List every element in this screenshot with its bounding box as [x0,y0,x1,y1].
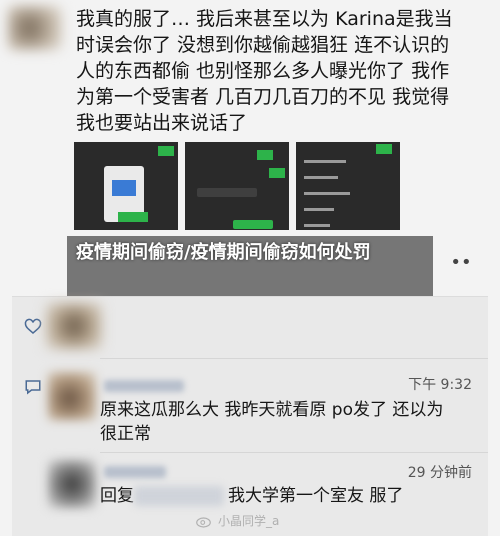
redacted-reply-target [134,486,224,506]
post-line: 我真的服了… 我后来甚至以为 Karina是我当 [76,8,453,30]
divider [100,358,488,359]
comment-icon [25,380,41,395]
post-line: 为第一个受害者 几百刀几百刀的不见 我觉得 [76,86,450,108]
comment-timestamp: 29 分钟前 [407,465,472,481]
poster-avatar[interactable] [8,6,62,50]
post-body: 我真的服了… 我后来甚至以为 Karina是我当 时误会你了 没想到你越偷越猖狂… [76,6,486,136]
liker-avatar[interactable] [46,303,102,349]
page-title: 疫情期间偷窃/疫情期间偷窃如何处罚 [76,242,371,263]
more-options-button[interactable]: •• [446,250,476,274]
post-line: 时误会你了 没想到你越偷越猖狂 连不认识的 [76,34,450,56]
comment-line: 很正常 [100,424,151,444]
divider [100,452,488,453]
comment-line: 原来这瓜那么大 我昨天就看原 po发了 还以为 [100,400,444,420]
image-thumbnail[interactable] [185,142,289,230]
commenter-name-redacted [104,380,184,392]
comment-text: 原来这瓜那么大 我昨天就看原 po发了 还以为 很正常 [100,398,480,446]
watermark-text: 小晶同学_a [218,514,280,528]
avatar[interactable] [48,460,96,508]
weibo-icon [196,516,211,528]
post-line: 我也要站出来说话了 [76,112,248,134]
post-line: 人的东西都偷 也别怪那么多人曝光你了 我作 [76,60,450,82]
comment-timestamp: 下午 9:32 [408,377,472,393]
heart-icon[interactable] [24,318,42,336]
comment-text: 我大学第一个室友 服了 [228,486,404,506]
image-thumbnail[interactable] [296,142,400,230]
avatar[interactable] [48,372,96,420]
commenter-name-redacted [104,466,166,478]
watermark: 小晶同学_a [196,512,279,529]
image-thumbnail[interactable] [74,142,178,230]
